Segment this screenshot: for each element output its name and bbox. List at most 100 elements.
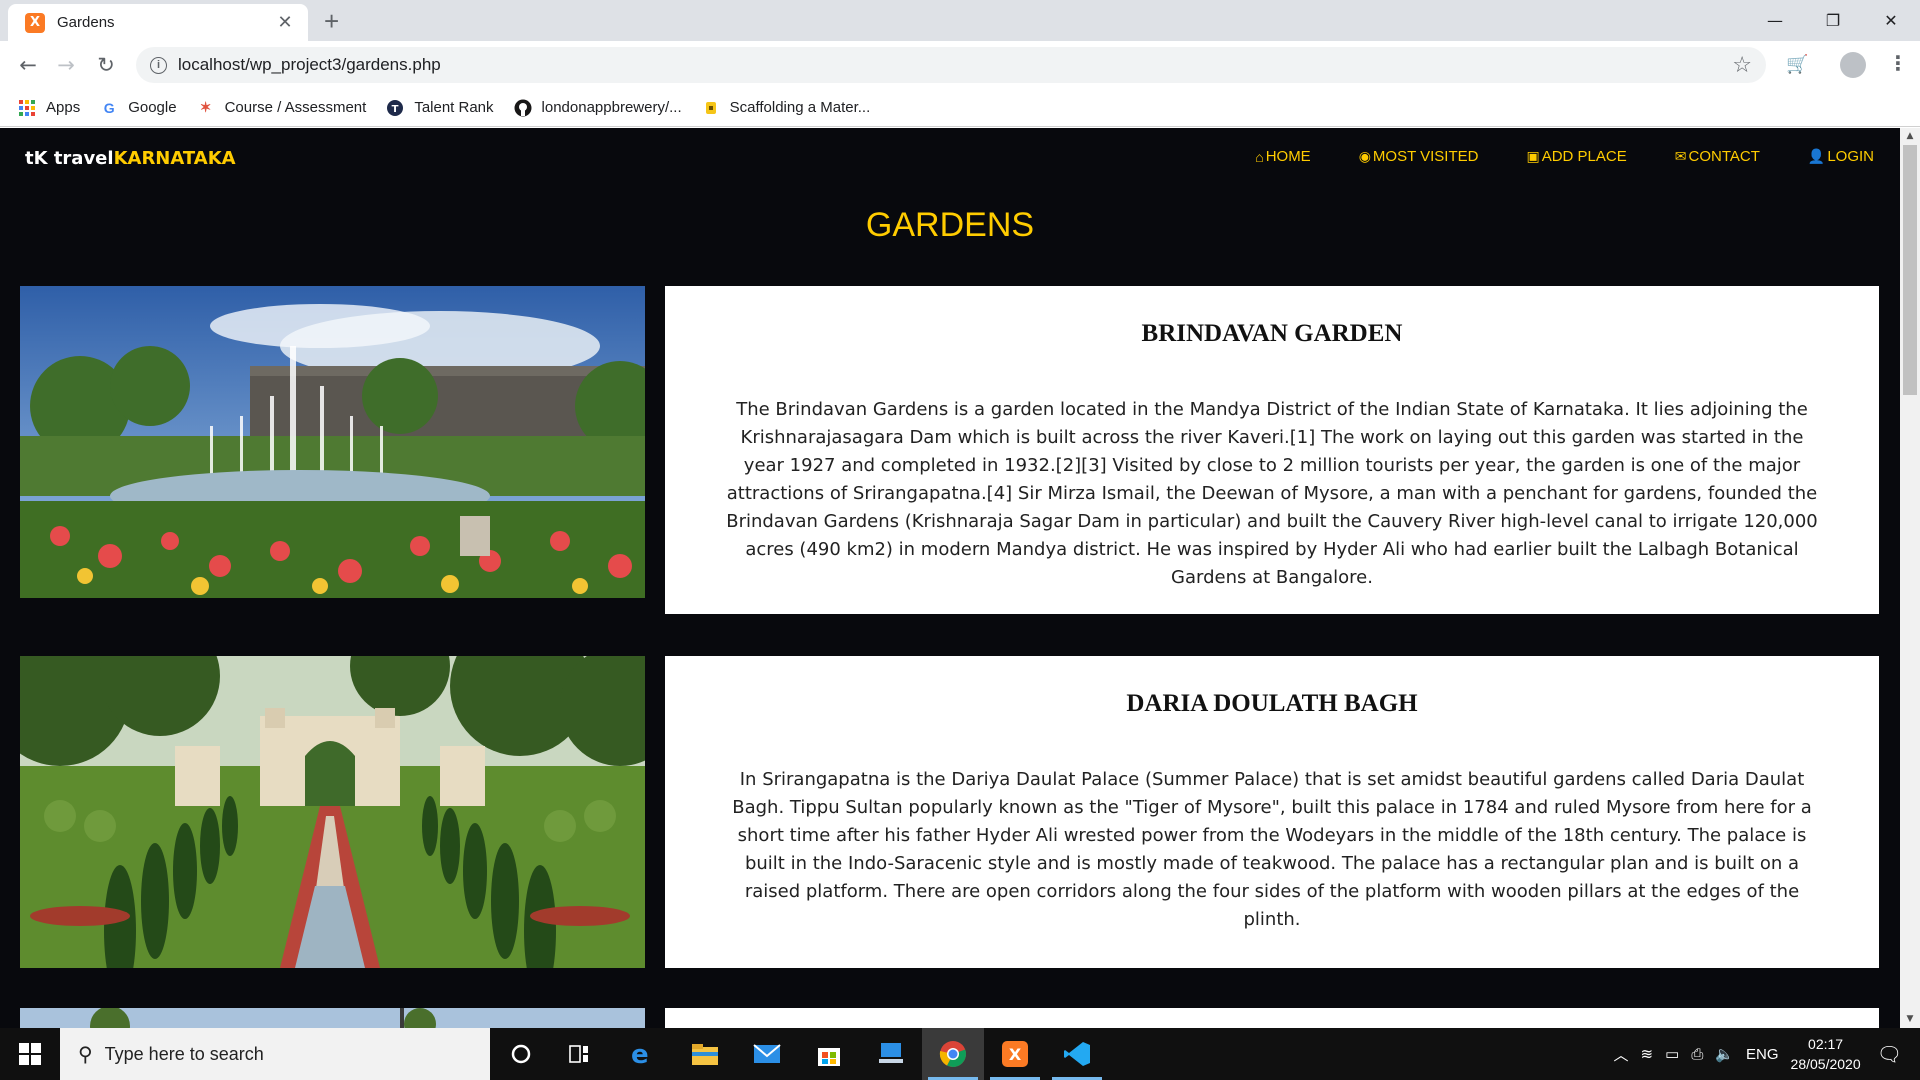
place-card: DARIA DOULATH BAGH In Srirangapatna is t…	[665, 656, 1879, 968]
remote-desktop-icon[interactable]	[860, 1028, 922, 1080]
wifi-icon[interactable]: ≋	[1641, 1045, 1654, 1063]
bookmark-label: Apps	[46, 99, 81, 116]
system-tray: ︿ ≋ ▭ ⎙ 🔈 ENG 02:17 28/05/2020 🗨	[1614, 1028, 1920, 1080]
envelope-icon: ✉	[1674, 148, 1687, 164]
new-tab-icon[interactable]: +	[324, 6, 339, 37]
place-description: The Brindavan Gardens is a garden locate…	[726, 399, 1818, 588]
volume-icon[interactable]: 🔈	[1715, 1045, 1734, 1063]
forward-arrow-icon[interactable]: →	[52, 51, 80, 79]
scroll-down-arrow-icon[interactable]: ▼	[1900, 1011, 1920, 1028]
scaffold-icon	[702, 99, 720, 117]
nav-label: ADD PLACE	[1541, 148, 1627, 165]
talent-rank-icon: T	[386, 99, 404, 117]
windows-logo-icon	[19, 1043, 41, 1065]
browser-tab-gardens[interactable]: X Gardens ✕	[8, 4, 308, 41]
place-card: BRINDAVAN GARDEN The Brindavan Gardens i…	[665, 286, 1879, 614]
taskbar-clock[interactable]: 02:17 28/05/2020	[1791, 1034, 1861, 1074]
xampp-icon[interactable]: X	[984, 1028, 1046, 1080]
nav-contact-link[interactable]: ✉ CONTACT	[1675, 148, 1760, 165]
tab-title: Gardens	[57, 14, 115, 31]
nav-label: HOME	[1265, 148, 1311, 165]
xampp-favicon-icon: X	[25, 12, 45, 33]
back-arrow-icon[interactable]: ←	[14, 51, 42, 79]
bookmark-label: londonappbrewery/...	[541, 99, 682, 116]
browser-menu-icon[interactable]: ⋮	[1888, 51, 1908, 75]
bookmark-talent-rank[interactable]: T Talent Rank	[386, 99, 494, 117]
task-view-icon[interactable]	[548, 1028, 610, 1080]
battery-icon[interactable]: ▭	[1665, 1045, 1679, 1063]
windows-taskbar: ⚲ Type here to search e X ︿ ≋ ▭ ⎙ 🔈 ENG …	[0, 1028, 1920, 1080]
show-hidden-icons-chevron-icon[interactable]: ︿	[1614, 1044, 1629, 1065]
svg-text:e: e	[631, 1041, 649, 1067]
close-window-icon[interactable]: ✕	[1862, 0, 1920, 41]
svg-text:T: T	[392, 104, 399, 115]
cortana-icon[interactable]	[490, 1028, 552, 1080]
site-navbar: tK travelKARNATAKA ⌂ HOME ◉ MOST VISITED…	[0, 128, 1900, 186]
windows-start-button[interactable]	[0, 1028, 60, 1080]
google-icon: G	[103, 99, 115, 116]
notifications-icon[interactable]: 🗨	[1877, 1042, 1902, 1067]
third-garden-photo	[20, 1008, 645, 1028]
nav-label: MOST VISITED	[1372, 148, 1479, 165]
place-name: BRINDAVAN GARDEN	[1141, 320, 1403, 347]
user-icon: 👤	[1807, 148, 1826, 164]
github-icon	[514, 99, 532, 117]
place-card-partial	[665, 1008, 1879, 1028]
url-text[interactable]: localhost/wp_project3/gardens.php	[178, 55, 1732, 75]
mail-icon[interactable]	[736, 1028, 798, 1080]
brindavan-garden-photo	[20, 286, 645, 598]
bookmark-course-assessment[interactable]: ✶ Course / Assessment	[197, 99, 367, 117]
nav-login-link[interactable]: 👤 LOGIN	[1808, 148, 1874, 165]
restore-icon[interactable]: ❐	[1804, 0, 1862, 41]
apps-grid-icon	[18, 99, 36, 117]
bookmark-star-icon[interactable]: ☆	[1732, 53, 1752, 78]
scroll-up-arrow-icon[interactable]: ▲	[1900, 128, 1920, 145]
printer-icon[interactable]: ⎙	[1691, 1046, 1703, 1063]
clock-time: 02:17	[1808, 1036, 1844, 1052]
site-info-icon[interactable]: i	[150, 56, 167, 74]
vscode-icon[interactable]	[1046, 1028, 1108, 1080]
brand-prefix: tK travel	[25, 148, 114, 169]
profile-avatar-icon[interactable]	[1840, 52, 1866, 78]
place-description: In Srirangapatna is the Dariya Daulat Pa…	[732, 769, 1812, 930]
browser-tab-strip: X Gardens ✕ + — ❐ ✕	[0, 0, 1920, 41]
taskbar-search-box[interactable]: ⚲ Type here to search	[60, 1028, 490, 1080]
bookmark-label: Course / Assessment	[224, 99, 367, 116]
language-indicator[interactable]: ENG	[1746, 1046, 1779, 1063]
chrome-browser-icon[interactable]	[922, 1028, 984, 1080]
page-scrollbar[interactable]: ▲ ▼	[1900, 128, 1920, 1028]
daria-doulath-bagh-photo	[20, 656, 645, 968]
bookmark-londonappbrewery[interactable]: londonappbrewery/...	[514, 99, 682, 117]
nav-most-visited-link[interactable]: ◉ MOST VISITED	[1359, 148, 1479, 165]
address-bar[interactable]: i localhost/wp_project3/gardens.php ☆	[136, 47, 1766, 83]
close-tab-icon[interactable]: ✕	[274, 12, 296, 33]
site-brand-logo[interactable]: tK travelKARNATAKA	[25, 148, 236, 169]
page-viewport: tK travelKARNATAKA ⌂ HOME ◉ MOST VISITED…	[0, 128, 1920, 1028]
file-explorer-icon[interactable]	[674, 1028, 736, 1080]
microsoft-store-icon[interactable]	[798, 1028, 860, 1080]
shopping-cart-extension-icon[interactable]: 🛒	[1786, 54, 1808, 75]
nav-label: LOGIN	[1827, 148, 1874, 165]
bookmark-label: Google	[128, 99, 177, 116]
bookmark-google[interactable]: G Google	[100, 99, 177, 117]
scrollbar-thumb[interactable]	[1903, 145, 1917, 395]
reload-icon[interactable]: ↻	[92, 51, 120, 79]
eye-icon: ◉	[1358, 148, 1371, 164]
camera-icon: ▣	[1526, 148, 1540, 164]
window-controls: — ❐ ✕	[1746, 0, 1920, 41]
brand-accent: KARNATAKA	[113, 148, 236, 169]
nav-home-link[interactable]: ⌂ HOME	[1255, 148, 1310, 165]
nav-add-place-link[interactable]: ▣ ADD PLACE	[1526, 148, 1626, 165]
home-icon: ⌂	[1255, 148, 1264, 165]
bookmark-scaffolding[interactable]: Scaffolding a Mater...	[702, 99, 871, 117]
minimize-icon[interactable]: —	[1746, 0, 1804, 41]
bookmarks-bar: Apps G Google ✶ Course / Assessment T Ta…	[0, 89, 1920, 127]
bookmark-label: Talent Rank	[414, 99, 494, 116]
nav-label: CONTACT	[1688, 148, 1760, 165]
browser-toolbar: ← → ↻ i localhost/wp_project3/gardens.ph…	[0, 41, 1920, 89]
search-placeholder: Type here to search	[104, 1043, 264, 1064]
place-name: DARIA DOULATH BAGH	[1126, 690, 1418, 717]
bookmark-label: Scaffolding a Mater...	[729, 99, 871, 116]
bookmark-apps[interactable]: Apps	[18, 99, 80, 117]
edge-browser-icon[interactable]: e	[610, 1028, 672, 1080]
